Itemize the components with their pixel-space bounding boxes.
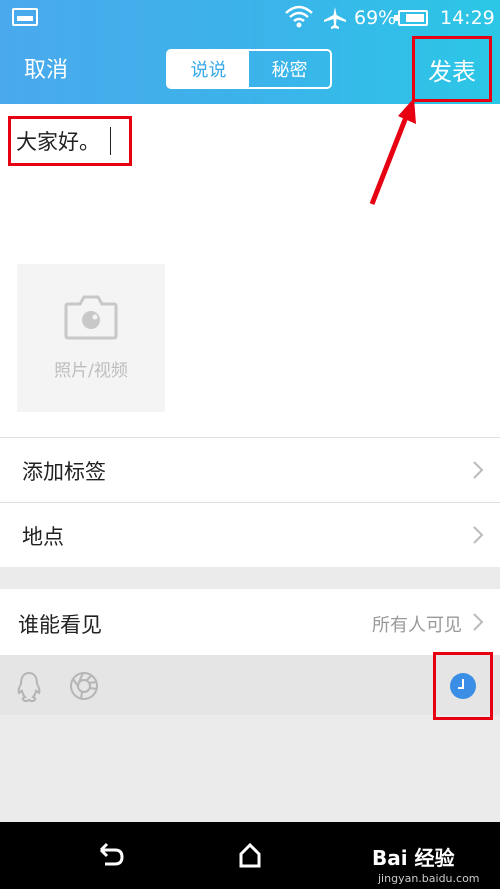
publish-button[interactable]: 发表 (412, 36, 492, 102)
location-label: 地点 (22, 525, 64, 549)
photo-video-label: 照片/视频 (54, 361, 128, 381)
camera-icon (64, 295, 118, 340)
add-tag-label: 添加标签 (22, 460, 106, 484)
chevron-right-icon (473, 526, 484, 544)
post-text: 大家好。 (16, 130, 100, 154)
tab-secret[interactable]: 秘密 (249, 51, 330, 87)
status-bar: 69% 14:29 (0, 0, 500, 36)
visibility-row[interactable]: 谁能看见 所有人可见 (0, 589, 500, 655)
post-text-input[interactable]: 大家好。 (8, 116, 132, 166)
post-type-switch: 说说 秘密 (166, 49, 332, 89)
annotation-arrow (369, 98, 416, 205)
chevron-right-icon (473, 461, 484, 479)
add-tag-row[interactable]: 添加标签 (0, 438, 500, 502)
header-bar: 69% 14:29 取消 说说 秘密 发表 (0, 0, 500, 104)
lens-icon[interactable] (69, 671, 99, 701)
wifi-icon (285, 5, 313, 28)
chevron-right-icon (473, 613, 484, 631)
clock-icon (450, 673, 476, 699)
image-notification-icon (12, 8, 38, 26)
scheduled-post-button[interactable] (433, 652, 493, 720)
system-nav-bar: Bai 经验 jingyan.baidu.com (0, 822, 500, 889)
back-icon[interactable] (97, 842, 125, 866)
location-row[interactable]: 地点 (0, 503, 500, 567)
post-editor: 大家好。 照片/视频 (0, 104, 500, 438)
clock-time: 14:29 (440, 7, 495, 29)
tab-shuoshuo[interactable]: 说说 (168, 51, 249, 87)
add-photo-video-button[interactable]: 照片/视频 (17, 264, 165, 412)
home-icon[interactable] (238, 842, 262, 868)
battery-icon (394, 10, 428, 26)
text-caret (110, 127, 111, 155)
visibility-value: 所有人可见 (372, 615, 462, 636)
visibility-label: 谁能看见 (18, 613, 102, 637)
battery-percent: 69% (354, 7, 397, 29)
cancel-button[interactable]: 取消 (24, 52, 68, 84)
watermark-brand: Bai 经验 (372, 846, 455, 870)
airplane-icon (324, 7, 346, 29)
qq-icon[interactable] (16, 671, 42, 703)
bottom-toolbar (0, 655, 500, 715)
watermark-url: jingyan.baidu.com (378, 872, 480, 885)
